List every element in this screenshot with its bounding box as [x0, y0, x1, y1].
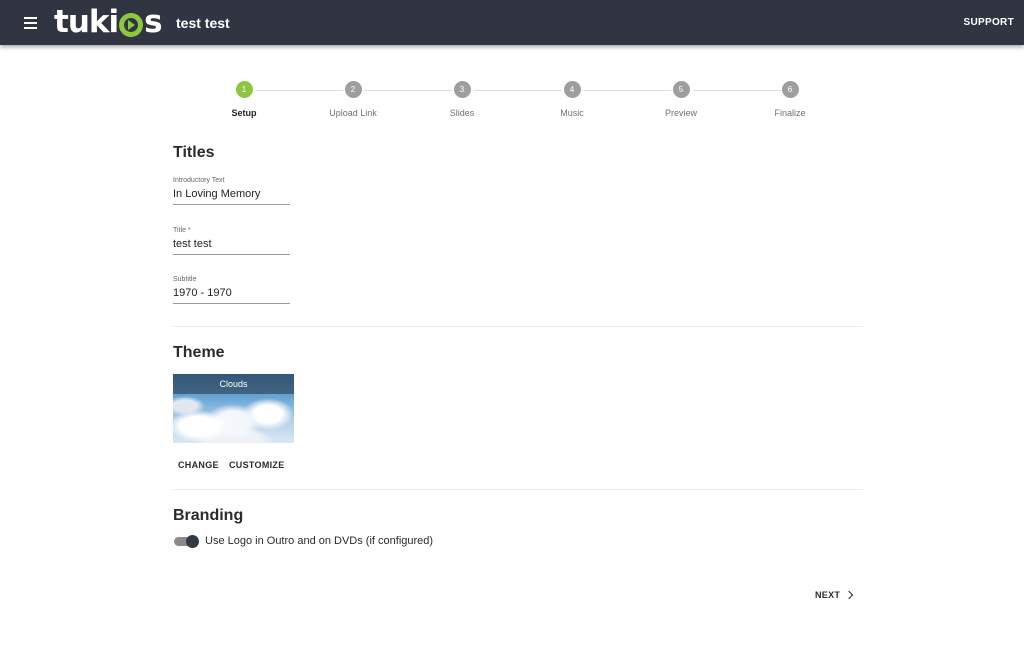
step-label: Preview: [664, 108, 697, 118]
change-theme-button[interactable]: CHANGE: [178, 460, 219, 470]
step-finalize[interactable]: 6 Finalize: [735, 81, 845, 118]
section-divider: [173, 326, 863, 327]
branding-heading: Branding: [173, 507, 244, 524]
step-setup[interactable]: 1 Setup: [189, 81, 299, 118]
use-logo-toggle[interactable]: [174, 535, 200, 548]
step-slides[interactable]: 3 Slides: [407, 81, 517, 118]
subtitle-field: Subtitle: [173, 276, 290, 304]
theme-thumbnail[interactable]: Clouds: [173, 374, 294, 443]
subtitle-label: Subtitle: [173, 276, 197, 283]
title-label: Title *: [173, 227, 191, 234]
chevron-right-icon: [844, 590, 854, 600]
toggle-knob: [186, 535, 199, 548]
titles-heading: Titles: [173, 144, 215, 161]
section-divider: [173, 489, 863, 490]
intro-text-label: Introductory Text: [173, 177, 225, 184]
subtitle-input[interactable]: [173, 283, 290, 304]
step-number: 3: [453, 81, 471, 98]
step-label: Finalize: [774, 108, 806, 118]
theme-heading: Theme: [173, 344, 225, 361]
page-title: test test: [176, 15, 230, 31]
theme-name: Clouds: [173, 374, 294, 394]
step-label: Upload Link: [329, 108, 377, 118]
step-number: 4: [563, 81, 581, 98]
step-upload-link[interactable]: 2 Upload Link: [298, 81, 408, 118]
app-bar: tuki s test test SUPPORT: [0, 0, 1024, 45]
support-link[interactable]: SUPPORT: [964, 17, 1014, 28]
use-logo-label: Use Logo in Outro and on DVDs (if config…: [205, 535, 434, 547]
logo-play-icon: [119, 12, 144, 37]
step-number: 1: [235, 81, 253, 98]
title-input[interactable]: [173, 234, 290, 255]
step-music[interactable]: 4 Music: [517, 81, 627, 118]
next-label: NEXT: [815, 590, 841, 600]
menu-icon[interactable]: [21, 14, 41, 32]
step-preview[interactable]: 5 Preview: [626, 81, 736, 118]
step-number: 2: [344, 81, 362, 98]
next-button[interactable]: NEXT: [815, 590, 854, 600]
step-label: Setup: [231, 108, 257, 118]
tukios-logo[interactable]: tuki s: [54, 3, 163, 41]
intro-text-field: Introductory Text: [173, 177, 290, 205]
logo-text-start: tuki: [54, 4, 119, 40]
step-label: Slides: [449, 108, 475, 118]
step-number: 6: [781, 81, 799, 98]
logo-text-end: s: [144, 4, 162, 40]
step-label: Music: [560, 108, 584, 118]
step-number: 5: [672, 81, 690, 98]
progress-stepper: 1 Setup 2 Upload Link 3 Slides 4 Music 5…: [189, 81, 845, 126]
intro-text-input[interactable]: [173, 184, 290, 205]
customize-theme-button[interactable]: CUSTOMIZE: [229, 460, 285, 470]
title-field: Title *: [173, 227, 290, 255]
